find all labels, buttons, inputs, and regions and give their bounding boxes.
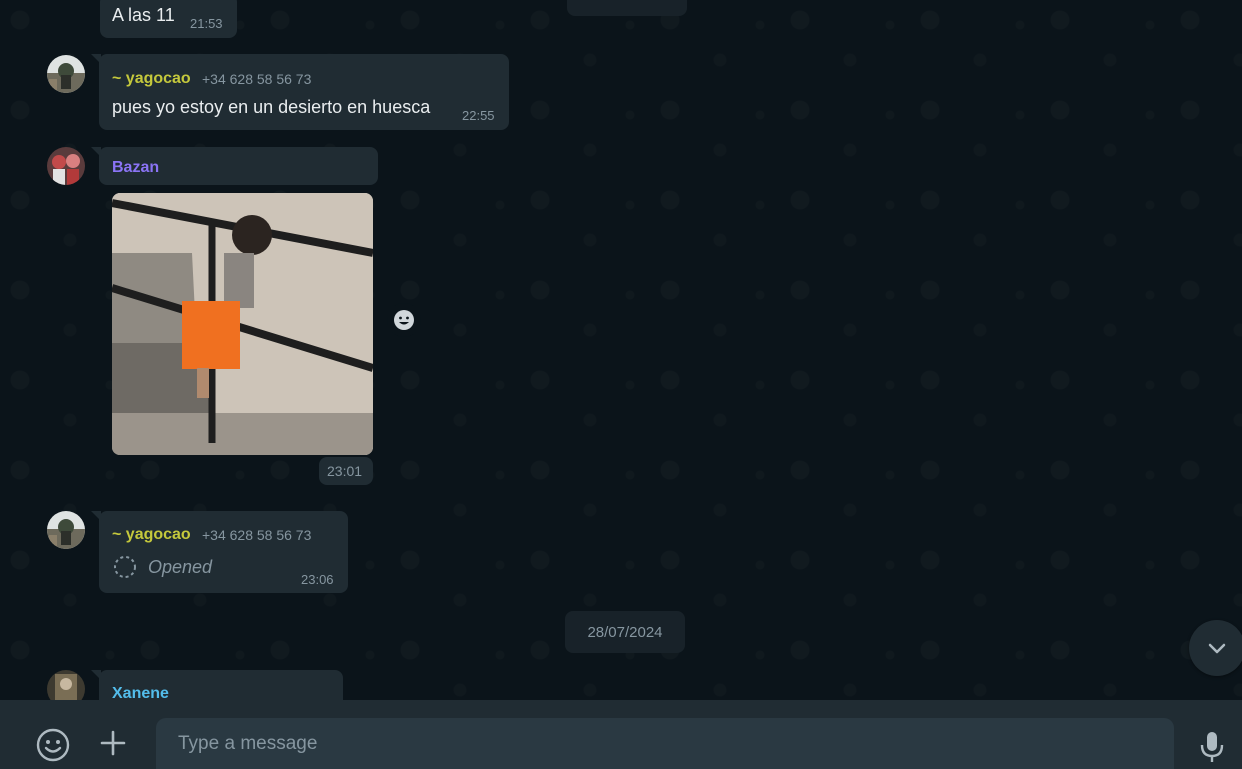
sender-phone: +34 628 58 56 73 <box>202 71 312 87</box>
emoji-button[interactable] <box>34 726 72 764</box>
message-time: 22:55 <box>462 108 495 123</box>
voice-message-button[interactable] <box>1194 728 1230 766</box>
loading-ring-icon <box>112 554 138 580</box>
message-bubble: ~ yagocao +34 628 58 56 73 pues yo estoy… <box>91 54 509 130</box>
avatar[interactable] <box>47 55 85 93</box>
sticker-time-pill: 23:01 <box>319 457 373 485</box>
avatar[interactable] <box>47 147 85 185</box>
sender-phone: +34 628 58 56 73 <box>202 527 312 543</box>
message-input[interactable] <box>156 718 1174 769</box>
react-emoji-icon[interactable] <box>387 303 421 337</box>
sender-name[interactable]: Bazan <box>112 159 159 177</box>
message-text: A las 11 <box>112 5 175 25</box>
message-time: 21:53 <box>190 16 223 31</box>
microphone-icon <box>1199 730 1225 764</box>
emoji-icon <box>36 728 70 762</box>
message-time: 23:01 <box>327 463 363 479</box>
sender-name[interactable]: ~ yagocao <box>112 70 191 88</box>
message-composer <box>0 700 1242 769</box>
message-bubble: ~ yagocao +34 628 58 56 73 Opened 23:06 <box>91 511 348 593</box>
date-divider: 28/07/2024 <box>565 611 685 653</box>
whatsapp-chat-window: A las 11 21:53 ~ yagocao +34 628 58 56 7… <box>0 0 1242 769</box>
sticker-image[interactable] <box>112 193 373 455</box>
plus-icon <box>99 729 127 757</box>
message-bubble: Bazan <box>91 147 378 185</box>
message-bubble: A las 11 21:53 <box>100 0 237 38</box>
sender-name[interactable]: ~ yagocao <box>112 526 191 544</box>
view-once-status: Opened <box>148 557 213 577</box>
message-text: pues yo estoy en un desierto en huesca <box>112 97 431 117</box>
avatar[interactable] <box>47 511 85 549</box>
attach-button[interactable] <box>96 726 130 760</box>
date-divider-partial <box>567 0 687 16</box>
message-time: 23:06 <box>301 572 334 587</box>
chevron-down-icon <box>1205 636 1229 660</box>
scroll-to-bottom-button[interactable] <box>1189 620 1242 676</box>
